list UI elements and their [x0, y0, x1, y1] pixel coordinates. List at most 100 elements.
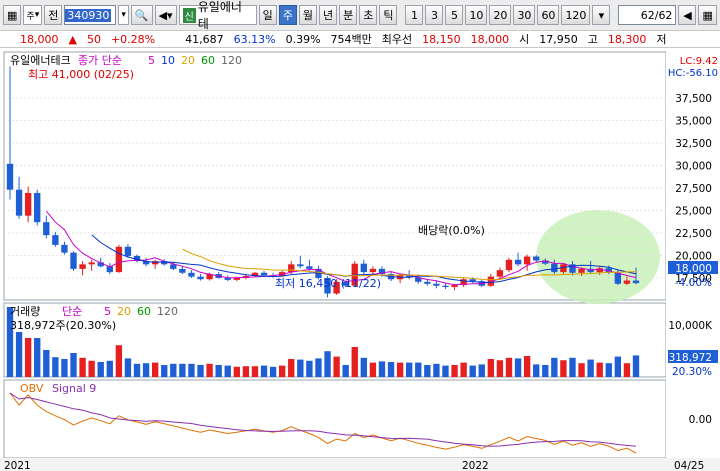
candle-body [523, 256, 531, 265]
volume-bar [288, 359, 295, 377]
quote-vol-ratio: 63.13% [233, 32, 276, 46]
volume-bar [97, 362, 104, 377]
candle-body [115, 246, 123, 273]
volume-bar [233, 366, 240, 377]
interval-3[interactable]: 3 [425, 5, 444, 25]
x-axis-label: 04/25 [674, 460, 704, 471]
volume-bar [351, 347, 358, 377]
volume-bar [324, 351, 331, 377]
candle-body [297, 264, 304, 267]
volume-bar [188, 363, 195, 377]
code-dropdown[interactable]: ▾ [118, 5, 129, 25]
period-month[interactable]: 월 [298, 5, 317, 25]
stock-name: 유일에너테 [197, 0, 242, 31]
period-minute[interactable]: 분 [339, 5, 358, 25]
volume-bar [133, 363, 141, 377]
page-indicator[interactable]: 62/62 [618, 5, 677, 25]
volume-bar [523, 356, 531, 377]
scroll-left-icon[interactable]: ◀ [678, 5, 697, 25]
candle-body [578, 268, 585, 273]
volume-bar [596, 362, 603, 377]
volume-bar [52, 357, 59, 377]
period-second[interactable]: 초 [359, 5, 378, 25]
interval-120[interactable]: 120 [561, 5, 591, 25]
current-volume-label: 318,972 [669, 352, 712, 364]
search-icon[interactable]: 🔍 [130, 5, 153, 25]
volume-bar [569, 357, 576, 377]
stock-chart[interactable]: 37,500 35,000 32,500 30,000 27,500 25,000 22,5… [0, 48, 720, 471]
interval-60[interactable]: 60 [537, 5, 560, 25]
interval-1[interactable]: 1 [405, 5, 424, 25]
period-tick[interactable]: 틱 [379, 5, 398, 25]
candle-body [79, 264, 86, 269]
volume-bar [315, 358, 322, 377]
volume-bar [496, 360, 504, 377]
interval-5[interactable]: 5 [445, 5, 464, 25]
volume-bar [43, 350, 50, 377]
market-all-button[interactable]: 전 [44, 5, 63, 25]
candle-body [224, 277, 231, 280]
market-select[interactable]: 주 ▾ [23, 5, 43, 25]
quote-open: 17,950 [539, 32, 578, 46]
interval-20[interactable]: 20 [489, 5, 512, 25]
candle-body [179, 268, 186, 273]
volume-legend-name: 거래량 [10, 305, 40, 318]
x-axis-area [0, 458, 720, 471]
calendar-icon[interactable]: ▦ [698, 5, 717, 25]
period-week[interactable]: 주 [278, 5, 297, 25]
volume-bar [542, 365, 549, 377]
lc-label: LC:9.42 [680, 56, 718, 67]
ma-legend-item: 5 [148, 54, 155, 67]
interval-10[interactable]: 10 [465, 5, 488, 25]
volume-bar [24, 338, 32, 377]
volume-bar [478, 364, 485, 377]
stock-code-value: 340930 [65, 8, 112, 22]
volume-bar [533, 364, 540, 377]
candle-body [34, 192, 41, 223]
y-tick-label: 37,500 [675, 93, 712, 105]
volume-bar [251, 366, 259, 377]
period-year[interactable]: 년 [318, 5, 338, 25]
market-value: 주 [26, 11, 35, 22]
candle-body [52, 235, 59, 245]
low-price-note: 최저 16,450 (11/22) [275, 277, 381, 290]
obv-legend-signal: Signal 9 [52, 382, 96, 395]
volume-bar [224, 365, 231, 377]
volume-bar [297, 359, 304, 377]
candle-body [170, 264, 177, 269]
hc-label: HC:-56.10 [668, 68, 718, 79]
stock-code-input[interactable]: 340930 [64, 5, 117, 25]
volume-bar [396, 362, 404, 377]
grid-icon[interactable]: ▦ [3, 5, 22, 25]
interval-30[interactable]: 30 [513, 5, 536, 25]
candle-body [469, 279, 476, 282]
volume-bar [34, 338, 41, 377]
volume-bar [378, 361, 386, 377]
volume-bar [406, 362, 413, 377]
chart-area[interactable]: 37,500 35,000 32,500 30,000 27,500 25,000 22,5… [0, 48, 720, 471]
interval-dropdown[interactable]: ▾ [592, 5, 611, 25]
volume-speaker-icon[interactable]: ◀▾ [154, 5, 177, 25]
volume-bar [170, 363, 177, 377]
candle-body [451, 285, 458, 288]
stock-name-field[interactable]: 신 유일에너테 [178, 0, 257, 31]
y-tick-label: 20,000 [675, 251, 712, 263]
obv-legend-name: OBV [20, 382, 44, 395]
candle-body [61, 244, 68, 253]
quote-low-label: 저 [656, 33, 667, 46]
period-day[interactable]: 일 [258, 5, 277, 25]
volume-ma-legend-item: 120 [157, 305, 178, 318]
volume-bar [142, 363, 150, 377]
volume-bar [333, 356, 340, 377]
volume-bar [106, 360, 113, 377]
volume-ma-legend-item: 60 [137, 305, 151, 318]
highlight-ellipse [536, 210, 660, 304]
candle-body [533, 256, 540, 261]
candle-body [288, 264, 295, 273]
ma-legend-item: 60 [201, 54, 215, 67]
volume-bar [433, 363, 440, 377]
candle-body [514, 259, 522, 265]
quote-high-label: 고 [587, 33, 598, 46]
volume-bar [460, 362, 467, 377]
volume-bar [269, 366, 277, 377]
